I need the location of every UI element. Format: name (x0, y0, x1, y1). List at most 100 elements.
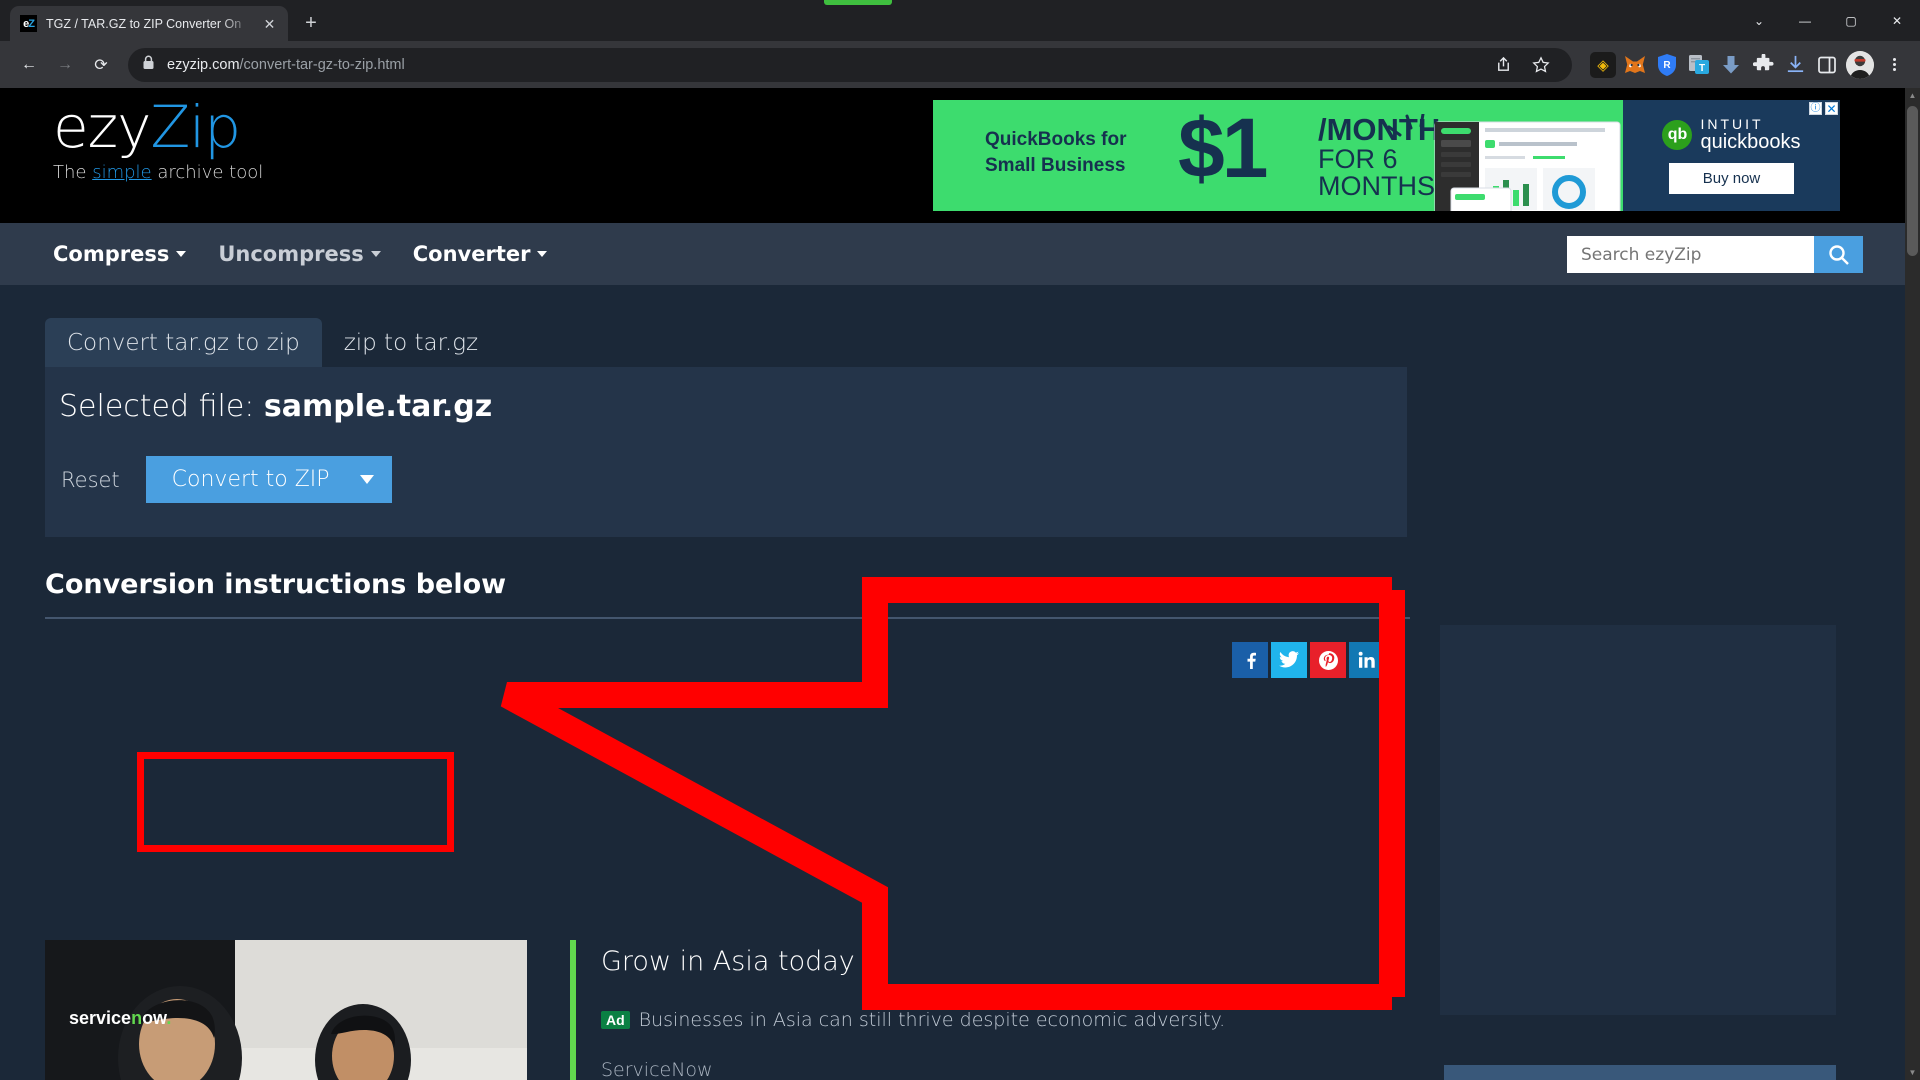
ad-close-icon[interactable]: ✕ (1825, 102, 1838, 115)
window-more-icon[interactable]: ⌄ (1736, 0, 1782, 41)
chrome-menu-icon[interactable] (1880, 58, 1908, 71)
svg-text:R: R (1663, 60, 1671, 71)
site-search (1567, 236, 1863, 273)
ad-badge: Ad (601, 1011, 630, 1029)
ad-creative-left: QuickBooks for Small Business $1 /MONTH F… (933, 100, 1623, 211)
scrollbar-thumb[interactable] (1907, 106, 1918, 256)
profile-avatar[interactable] (1846, 50, 1874, 79)
bnb-chain-wallet-icon[interactable]: ◈ (1590, 51, 1616, 78)
ad-controls: ⓘ ✕ (1809, 102, 1838, 115)
social-share-bar (1232, 642, 1385, 678)
ad-body: Grow in Asia today Ad Businesses in Asia… (601, 946, 1401, 1080)
search-button[interactable] (1814, 236, 1863, 273)
site-logo[interactable]: ezyZip The simple archive tool (53, 98, 263, 183)
forward-icon[interactable]: → (48, 48, 82, 82)
ad-brand-panel: qb INTUIT quickbooks Buy now ⓘ ✕ (1623, 100, 1840, 211)
tab-convert-targz-to-zip[interactable]: Convert tar.gz to zip (45, 318, 322, 367)
downloads-icon[interactable] (1782, 52, 1808, 78)
extensions-puzzle-icon[interactable] (1750, 52, 1776, 78)
nav-label: Compress (53, 242, 170, 266)
nav-item-compress[interactable]: Compress (53, 242, 187, 266)
facebook-share-button[interactable] (1232, 642, 1268, 678)
ad-device-mockup (1373, 112, 1623, 211)
conversion-instructions-heading: Conversion instructions below (45, 569, 507, 600)
search-input[interactable] (1567, 236, 1814, 273)
servicenow-logo: servicenow. (69, 1008, 172, 1028)
converter-panel: Selected file: sample.tar.gz Reset Conve… (45, 367, 1407, 537)
convert-button-label: Convert to ZIP (171, 467, 330, 492)
metamask-fox-icon[interactable] (1622, 52, 1648, 78)
lock-icon (142, 55, 155, 75)
ad-description: Businesses in Asia can still thrive desp… (638, 1009, 1226, 1031)
nav-label: Converter (412, 242, 531, 266)
ad-info-icon[interactable]: ⓘ (1809, 102, 1822, 115)
page-viewport: ezyZip The simple archive tool QuickBook… (0, 88, 1920, 1080)
address-bar[interactable]: ezyzip.com/convert-tar-gz-to-zip.html (128, 47, 1572, 82)
scroll-up-arrow-icon[interactable]: ▲ (1905, 88, 1920, 103)
star-icon[interactable] (1524, 48, 1558, 82)
omnibox-actions (1486, 48, 1558, 82)
maximize-window-button[interactable]: ▢ (1828, 0, 1874, 41)
tab-zip-to-targz[interactable]: zip to tar.gz (322, 318, 500, 367)
chevron-down-icon (537, 251, 548, 257)
close-window-button[interactable]: ✕ (1874, 0, 1920, 41)
nav-label: Uncompress (218, 242, 364, 266)
new-tab-button[interactable]: + (297, 9, 325, 37)
share-icon[interactable] (1486, 48, 1520, 82)
ad-info-icon[interactable]: i (1382, 940, 1399, 957)
ad-title[interactable]: Grow in Asia today (601, 946, 1401, 977)
related-links-card: Related links ❯ TAR.GZ opener ❯ TAR.GZ t… (1440, 1065, 1836, 1080)
minimize-window-button[interactable]: — (1782, 0, 1828, 41)
browser-tab[interactable]: eZ TGZ / TAR.GZ to ZIP Converter On ✕ (10, 6, 288, 41)
svg-text:T: T (1699, 63, 1705, 74)
back-icon[interactable]: ← (12, 48, 46, 82)
download-arrow-icon[interactable] (1718, 52, 1744, 78)
close-tab-icon[interactable]: ✕ (261, 15, 278, 32)
chevron-down-icon (370, 251, 381, 257)
divider (45, 617, 1410, 619)
inline-ad-card[interactable]: servicenow. Grow in Asia today Ad Busine… (45, 940, 1410, 1080)
top-banner-ad[interactable]: QuickBooks for Small Business $1 /MONTH F… (933, 100, 1840, 211)
reset-button[interactable]: Reset (61, 468, 120, 492)
tab-media-indicator (824, 0, 892, 5)
qb-wordmark: INTUIT quickbooks (1700, 116, 1801, 153)
scroll-down-arrow-icon[interactable]: ▼ (1905, 1065, 1920, 1080)
extensions-toolbar: ◈ R T (1582, 50, 1908, 79)
pinterest-share-button[interactable] (1310, 642, 1346, 678)
selected-file-heading: Selected file: sample.tar.gz (59, 389, 493, 424)
main-column: Convert tar.gz to zip zip to tar.gz Sele… (45, 315, 1410, 619)
ad-buy-now-button[interactable]: Buy now (1668, 162, 1795, 194)
nav-items: Compress Uncompress Converter (53, 242, 548, 266)
twitter-share-button[interactable] (1271, 642, 1307, 678)
search-icon (1828, 244, 1849, 265)
linkedin-share-button[interactable] (1349, 642, 1385, 678)
ad-price: $1 (1178, 101, 1268, 195)
browser-window: eZ TGZ / TAR.GZ to ZIP Converter On ✕ + … (0, 0, 1920, 1080)
tab-strip: eZ TGZ / TAR.GZ to ZIP Converter On ✕ + … (0, 0, 1920, 41)
convert-to-zip-button[interactable]: Convert to ZIP (145, 456, 392, 503)
side-panel-icon[interactable] (1814, 52, 1840, 78)
translate-extension-icon[interactable]: T (1686, 52, 1712, 78)
ad-advertiser: ServiceNow (601, 1059, 713, 1080)
nav-item-converter[interactable]: Converter (413, 242, 548, 266)
page-content: Convert tar.gz to zip zip to tar.gz Sele… (0, 285, 1920, 1080)
page-scrollbar[interactable]: ▲ ▼ (1905, 88, 1920, 1080)
ad-accent-bar (570, 940, 576, 1080)
reload-icon[interactable]: ⟳ (84, 48, 118, 82)
sidebar-ad-slot[interactable] (1440, 625, 1836, 1015)
ad-image: servicenow. (45, 940, 527, 1080)
browser-toolbar: ← → ⟳ ezyzip.com/convert-tar-gz-to-zip.h… (0, 41, 1920, 88)
window-controls: ⌄ — ▢ ✕ (1736, 0, 1920, 41)
ad-description-row: Ad Businesses in Asia can still thrive d… (601, 1009, 1401, 1031)
action-row: Reset Convert to ZIP (45, 424, 1407, 503)
rabby-wallet-icon[interactable]: R (1654, 52, 1680, 78)
qb-mark: qb (1662, 120, 1693, 150)
tab-title: TGZ / TAR.GZ to ZIP Converter On (46, 16, 242, 31)
logo-text: ezyZip (53, 93, 241, 161)
chevron-down-icon[interactable] (359, 475, 374, 484)
nav-item-uncompress[interactable]: Uncompress (218, 242, 381, 266)
right-sidebar: Related links ❯ TAR.GZ opener ❯ TAR.GZ t… (1440, 625, 1836, 1080)
related-links-header: Related links (1444, 1065, 1836, 1080)
ezyzip-favicon: eZ (20, 15, 37, 32)
address-bar-url: ezyzip.com/convert-tar-gz-to-zip.html (167, 56, 405, 73)
